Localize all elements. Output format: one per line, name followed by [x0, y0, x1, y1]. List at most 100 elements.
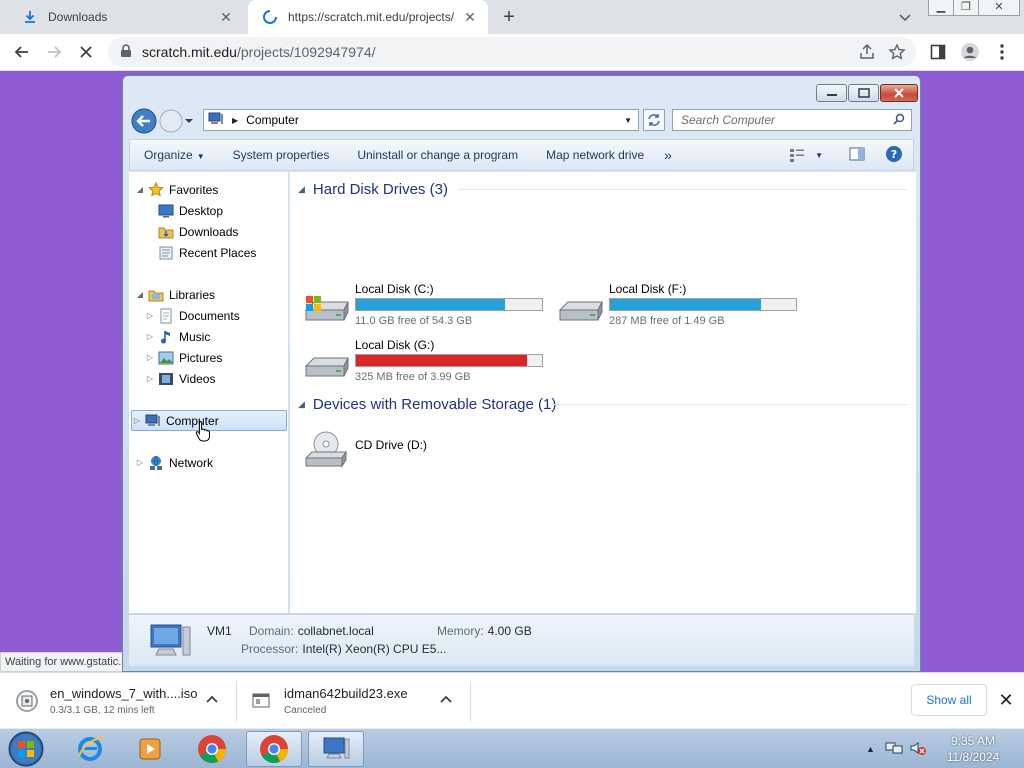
iso-file-icon — [16, 689, 38, 713]
breadcrumb[interactable]: Computer — [246, 113, 299, 127]
nav-recent-places[interactable]: Recent Places — [155, 242, 256, 263]
downloads-folder-icon — [157, 224, 175, 240]
nav-videos[interactable]: ▷ Videos — [145, 368, 216, 389]
close-icon[interactable]: ✕ — [978, 0, 1020, 16]
tab-title: Downloads — [48, 10, 108, 24]
chrome-icon[interactable] — [184, 731, 240, 767]
group-divider — [458, 189, 908, 190]
bookmark-star-icon[interactable] — [888, 43, 906, 61]
group-title: Hard Disk Drives (3) — [312, 180, 448, 198]
desktop-icon — [157, 203, 175, 219]
show-all-button[interactable]: Show all — [911, 684, 987, 716]
network-tray-icon[interactable] — [885, 740, 903, 759]
volume-muted-icon[interactable] — [909, 740, 927, 759]
download-shelf: en_windows_7_with....iso 0.3/3.1 GB, 12 … — [0, 672, 1024, 728]
refresh-button[interactable] — [643, 109, 665, 131]
nav-downloads[interactable]: Downloads — [155, 221, 238, 242]
collapsed-arrow-icon[interactable]: ▷ — [145, 374, 155, 383]
hard-drive-icon — [302, 344, 352, 384]
computer-name: VM1 — [207, 624, 232, 638]
tab-downloads[interactable]: Downloads ✕ — [8, 0, 244, 34]
collapse-group-icon[interactable]: ◢ — [298, 184, 305, 195]
lock-icon[interactable] — [120, 43, 132, 61]
back-button[interactable] — [131, 108, 157, 134]
show-hidden-icons-icon[interactable]: ▲ — [866, 744, 875, 754]
drive-item[interactable]: Local Disk (F:) 287 MB free of 1.49 GB — [556, 282, 806, 334]
map-network-drive-button[interactable]: Map network drive — [532, 148, 658, 162]
media-player-icon[interactable] — [122, 731, 178, 767]
search-input[interactable]: Search Computer — [672, 109, 912, 131]
tab-close-icon[interactable]: ✕ — [218, 9, 234, 26]
collapsed-arrow-icon[interactable]: ▷ — [145, 332, 155, 341]
organize-menu[interactable]: Organize ▼ — [130, 148, 219, 162]
back-arrow-icon[interactable] — [10, 40, 34, 64]
menu-kebab-icon[interactable] — [990, 40, 1014, 64]
search-icon[interactable] — [893, 113, 905, 128]
close-icon[interactable]: ✕ — [996, 691, 1016, 711]
chevron-up-icon[interactable] — [438, 691, 454, 707]
nav-label: Favorites — [169, 182, 219, 197]
help-icon[interactable]: ? — [885, 145, 903, 166]
drive-free-space: 325 MB free of 3.99 GB — [355, 371, 471, 383]
maximize-button[interactable] — [848, 84, 879, 102]
download-divider — [470, 681, 471, 721]
star-icon — [147, 181, 165, 198]
download-item[interactable]: idman642build23.exe Canceled — [250, 681, 470, 721]
minimize-icon[interactable]: ▁ — [928, 0, 954, 16]
url-host: scratch.mit.edu — [142, 44, 237, 60]
collapsed-arrow-icon[interactable]: ▷ — [145, 353, 155, 362]
collapsed-arrow-icon[interactable]: ▷ — [145, 311, 155, 320]
url-text: scratch.mit.edu/projects/1092947974/ — [142, 44, 376, 60]
drive-item[interactable]: Local Disk (C:) 11.0 GB free of 54.3 GB — [302, 282, 552, 334]
internet-explorer-icon[interactable] — [62, 731, 118, 767]
forward-arrow-icon[interactable] — [42, 40, 66, 64]
content-pane: ◢ Hard Disk Drives (3) Local Disk (C:) 1… — [290, 172, 916, 613]
breadcrumb-arrow-icon[interactable]: ▶ — [232, 116, 238, 125]
nav-documents[interactable]: ▷ Documents — [145, 305, 240, 326]
taskbar-clock[interactable]: 9:35 AM 11/8/2024 — [940, 733, 1006, 765]
side-panel-icon[interactable] — [926, 40, 950, 64]
more-commands-button[interactable]: » — [658, 147, 686, 163]
stop-loading-icon[interactable] — [74, 40, 98, 64]
chevron-up-icon[interactable] — [204, 691, 220, 707]
chevron-down-icon: ▼ — [815, 150, 823, 160]
address-dropdown-icon[interactable]: ▼ — [624, 116, 632, 125]
nav-network[interactable]: ▷ Network — [135, 452, 213, 473]
uninstall-program-button[interactable]: Uninstall or change a program — [343, 148, 532, 162]
collapsed-arrow-icon[interactable]: ▷ — [135, 458, 145, 467]
close-button[interactable] — [880, 84, 918, 102]
nav-desktop[interactable]: Desktop — [155, 200, 223, 221]
domain-label: Domain: — [249, 624, 294, 638]
explorer-computer-icon[interactable] — [308, 731, 364, 767]
restore-icon[interactable]: ❐ — [953, 0, 979, 16]
share-icon[interactable] — [858, 43, 876, 61]
tab-close-icon[interactable]: ✕ — [462, 9, 478, 26]
minimize-button[interactable] — [816, 84, 847, 102]
explorer-address-bar[interactable]: ▶ Computer ▼ — [203, 109, 639, 131]
collapsed-arrow-icon[interactable]: ▷ — [132, 416, 142, 425]
system-properties-button[interactable]: System properties — [219, 148, 344, 162]
download-item[interactable]: en_windows_7_with....iso 0.3/3.1 GB, 12 … — [16, 681, 236, 721]
nav-libraries[interactable]: ◢ Libraries — [135, 284, 215, 305]
view-options-icon[interactable]: ▼ — [789, 148, 823, 162]
cd-drive-item[interactable]: CD Drive (D:) — [302, 424, 552, 470]
expanded-arrow-icon[interactable]: ◢ — [135, 185, 145, 194]
tab-scratch-project[interactable]: https://scratch.mit.edu/projects/ ✕ — [248, 0, 488, 34]
drive-item[interactable]: Local Disk (G:) 325 MB free of 3.99 GB — [302, 338, 552, 390]
address-bar[interactable]: scratch.mit.edu/projects/1092947974/ — [108, 37, 916, 67]
new-tab-button[interactable]: + — [498, 6, 520, 28]
collapse-group-icon[interactable]: ◢ — [298, 399, 305, 410]
chrome-active-icon[interactable] — [246, 731, 302, 767]
tab-search-chevron-icon[interactable] — [896, 8, 914, 26]
profile-avatar-icon[interactable] — [958, 40, 982, 64]
expanded-arrow-icon[interactable]: ◢ — [135, 290, 145, 299]
drive-label: CD Drive (D:) — [355, 438, 427, 452]
nav-music[interactable]: ▷ Music — [145, 326, 210, 347]
preview-pane-icon[interactable] — [849, 147, 865, 164]
start-button[interactable] — [6, 730, 46, 768]
group-removable-storage[interactable]: ◢ Devices with Removable Storage (1) — [298, 394, 556, 414]
forward-button[interactable] — [159, 109, 183, 133]
nav-pictures[interactable]: ▷ Pictures — [145, 347, 222, 368]
nav-favorites[interactable]: ◢ Favorites — [135, 179, 218, 200]
group-hard-disk-drives[interactable]: ◢ Hard Disk Drives (3) — [298, 179, 448, 199]
